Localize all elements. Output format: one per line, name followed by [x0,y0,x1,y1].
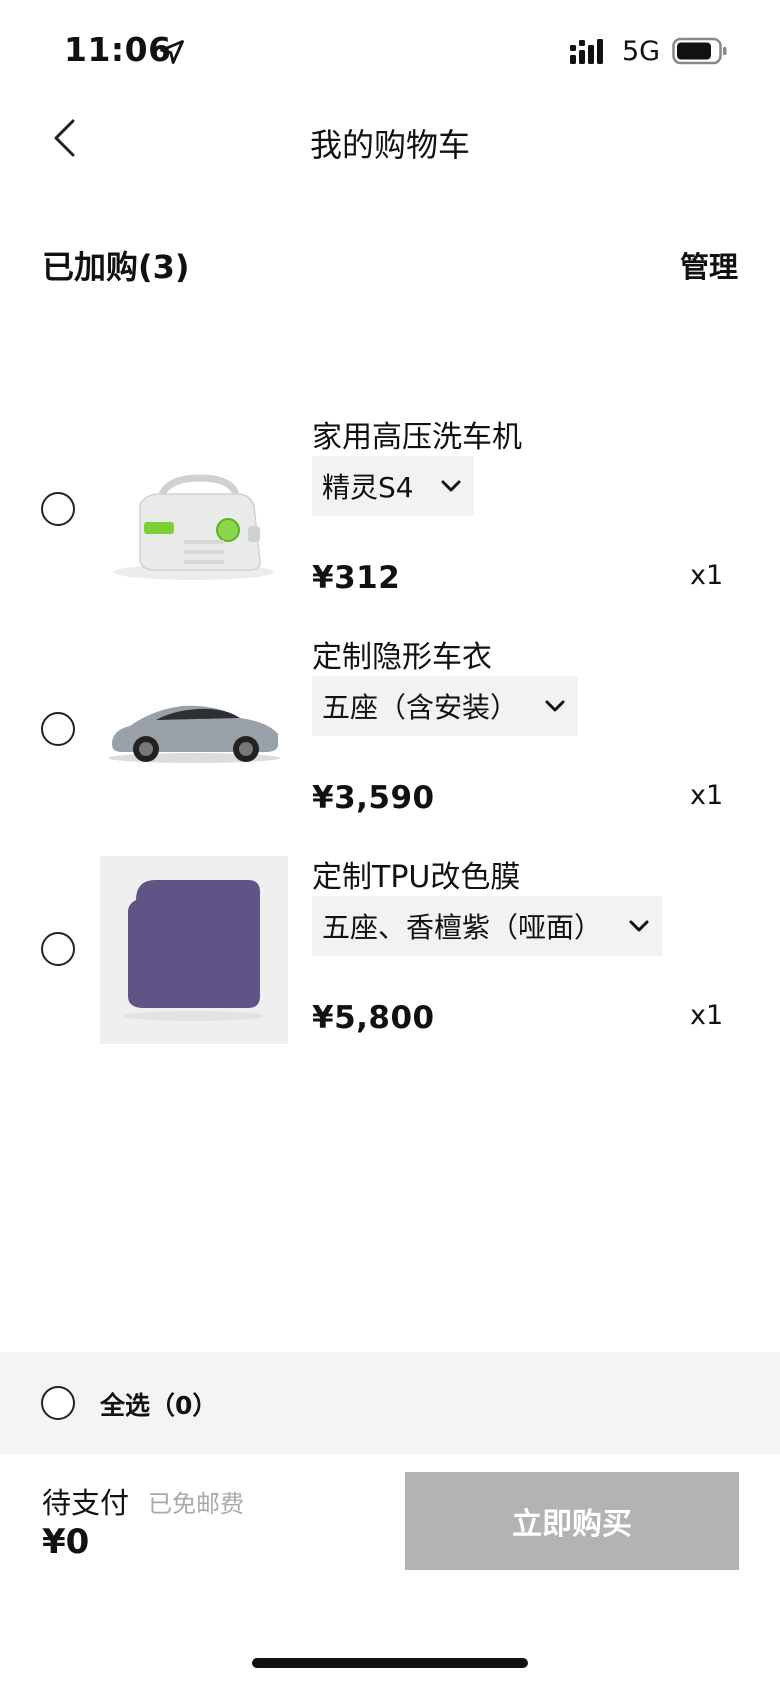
item-select-radio[interactable] [41,712,75,746]
item-quantity: x1 [690,1000,724,1031]
item-name: 定制隐形车衣 [312,640,492,675]
item-name: 家用高压洗车机 [312,420,522,455]
variant-value: 五座、香檀紫（哑面） [322,911,603,944]
network-type: 5G [622,36,661,67]
chevron-down-icon [441,480,461,492]
chevron-down-icon [545,700,565,712]
cart-item: 家用高压洗车机 精灵S4 ¥312 x1 [0,400,780,622]
select-all-bar: 全选（0） [0,1352,780,1454]
shipping-note: 已免邮费 [148,1490,244,1518]
cart-item: 定制TPU改色膜 五座、香檀紫（哑面） ¥5,800 x1 [0,840,780,1050]
car-image [100,634,288,822]
status-bar: 11:06 5G [0,0,780,100]
battery-icon [672,37,727,65]
variant-dropdown[interactable]: 精灵S4 [312,456,474,516]
select-all-radio[interactable] [41,1386,75,1420]
purple-swatch-image [100,856,288,1044]
item-price: ¥5,800 [312,1000,435,1036]
buy-now-button[interactable]: 立即购买 [405,1472,739,1570]
item-quantity: x1 [690,560,724,591]
pay-total: ¥0 [42,1522,90,1562]
item-select-radio[interactable] [41,932,75,966]
pressure-washer-image [100,434,288,622]
variant-dropdown[interactable]: 五座、香檀紫（哑面） [312,896,663,956]
pay-label: 待支付 [42,1486,130,1520]
cart-item: 定制隐形车衣 五座（含安装） ¥3,590 x1 [0,620,780,830]
item-name: 定制TPU改色膜 [312,860,521,895]
variant-value: 精灵S4 [322,471,414,504]
item-price: ¥3,590 [312,780,435,816]
chevron-down-icon [629,920,649,932]
location-arrow-icon [160,40,184,64]
status-time: 11:06 [64,30,172,69]
page-title: 我的购物车 [309,126,470,164]
manage-button[interactable]: 管理 [680,244,738,286]
item-price: ¥312 [312,560,401,596]
variant-dropdown[interactable]: 五座（含安装） [312,676,579,736]
variant-value: 五座（含安装） [322,691,519,724]
home-indicator[interactable] [252,1658,528,1668]
select-all-label[interactable]: 全选（0） [100,1386,217,1422]
cellular-signal-icon [570,39,603,64]
item-select-radio[interactable] [41,492,75,526]
item-quantity: x1 [690,780,724,811]
cart-count-heading: 已加购(3) [42,248,190,286]
